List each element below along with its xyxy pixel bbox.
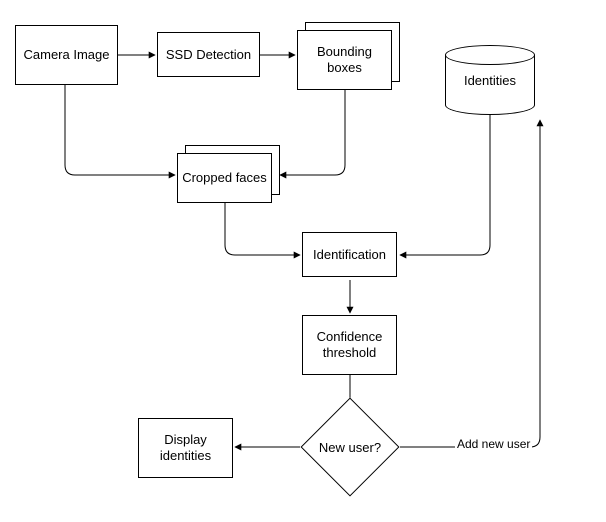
node-label: Bounding boxes: [302, 44, 387, 75]
node-camera-image: Camera Image: [15, 25, 118, 85]
node-label: SSD Detection: [166, 47, 251, 63]
node-label: Cropped faces: [182, 170, 267, 186]
node-label: Identities: [445, 73, 535, 88]
node-label: Confidence threshold: [307, 329, 392, 360]
node-identification: Identification: [302, 232, 397, 277]
node-bounding-boxes: Bounding boxes: [297, 30, 392, 90]
node-label: Display identities: [143, 432, 228, 463]
node-identities-db: Identities: [445, 45, 535, 105]
node-cropped-faces: Cropped faces: [177, 153, 272, 203]
node-label: Identification: [313, 247, 386, 263]
node-ssd-detection: SSD Detection: [157, 32, 260, 77]
edge-label-add-new-user: Add new user: [455, 437, 532, 451]
node-label: New user?: [319, 440, 381, 455]
flowchart-canvas: Camera Image SSD Detection Bounding boxe…: [0, 0, 606, 522]
node-label: Camera Image: [24, 47, 110, 63]
node-display-identities: Display identities: [138, 418, 233, 478]
cylinder-top: [445, 45, 535, 65]
cylinder-bottom: [445, 95, 535, 115]
node-confidence-threshold: Confidence threshold: [302, 315, 397, 375]
node-new-user-decision: New user?: [300, 412, 400, 482]
